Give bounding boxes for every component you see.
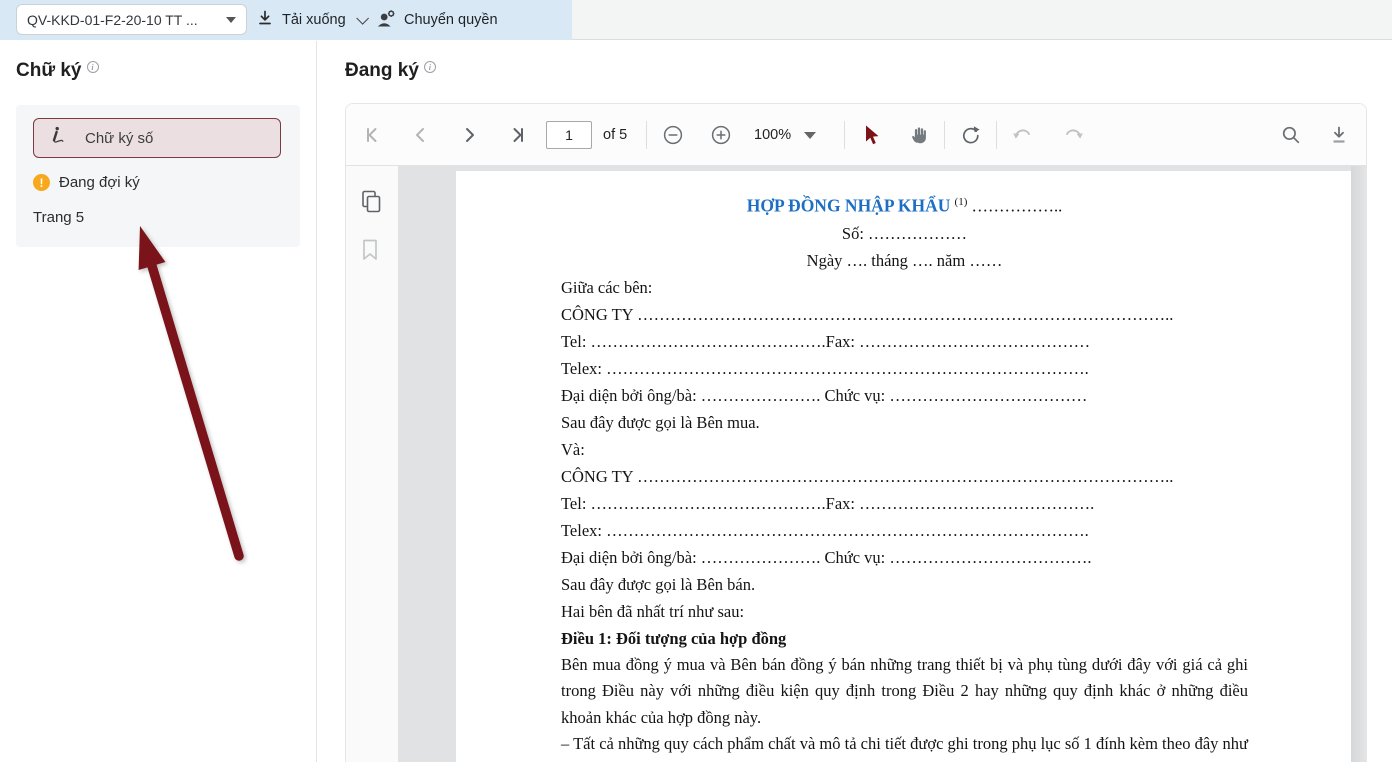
info-icon[interactable]: i (87, 61, 99, 73)
last-page-button[interactable] (502, 120, 532, 150)
contract-title: HỢP ĐỒNG NHẬP KHẨU (747, 196, 951, 216)
pdf-viewer-body: HỢP ĐỒNG NHẬP KHẨU (1) …………….. Số: ……………… (346, 166, 1366, 762)
transfer-rights-label: Chuyển quyền (404, 12, 498, 28)
search-button[interactable] (1276, 120, 1306, 150)
download-icon (256, 9, 274, 31)
top-toolbar: QV-KKD-01-F2-20-10 TT ... Tải xuống Chuy… (0, 0, 1392, 40)
page-count-label: of 5 (603, 104, 627, 166)
info-icon[interactable]: i (424, 61, 436, 73)
signature-status: ! Đang đợi ký (33, 174, 140, 191)
rotate-button[interactable] (956, 120, 986, 150)
page-number-input[interactable] (546, 121, 592, 149)
zoom-out-button[interactable] (658, 120, 688, 150)
doc-line: Telex: ……………………………………………………………………………. (561, 355, 1248, 382)
doc-line: Telex: ……………………………………………………………………………. (561, 517, 1248, 544)
redo-button[interactable] (1058, 120, 1088, 150)
contract-date-line: Ngày …. tháng …. năm …… (561, 247, 1248, 274)
first-page-button[interactable] (358, 120, 388, 150)
digital-signature-label: Chữ ký số (85, 130, 153, 147)
document-selector-dropdown[interactable]: QV-KKD-01-F2-20-10 TT ... (16, 4, 247, 35)
viewer-side-strip (346, 166, 398, 762)
doc-line: CÔNG TY ……………………………………………………………………………………… (561, 463, 1248, 490)
transfer-rights-icon (376, 9, 396, 32)
thumbnails-icon[interactable] (360, 190, 384, 216)
pdf-viewer: of 5 100% (345, 103, 1367, 762)
transfer-rights-button[interactable]: Chuyển quyền (376, 0, 498, 40)
undo-button[interactable] (1008, 120, 1038, 150)
doc-line: Tel: …………………………………….Fax: …………………………………… (561, 328, 1248, 355)
previous-page-button[interactable] (406, 120, 436, 150)
contract-number-line: Số: ……………… (561, 220, 1248, 247)
doc-line: Đại diện bởi ông/bà: …………………. Chức vụ: …… (561, 382, 1248, 409)
signature-status-label: Đang đợi ký (59, 174, 140, 191)
doc-line: Đại diện bởi ông/bà: …………………. Chức vụ: …… (561, 544, 1248, 571)
doc-paragraph: Bên mua đồng ý mua và Bên bán đồng ý bán… (561, 652, 1248, 732)
doc-line: CÔNG TY ……………………………………………………………………………………… (561, 301, 1248, 328)
zoom-level-value[interactable]: 100% (754, 104, 791, 166)
contract-title-dots: …………….. (972, 197, 1063, 216)
doc-line: Giữa các bên: (561, 274, 1248, 301)
bookmark-icon[interactable] (360, 238, 384, 264)
pdf-toolbar: of 5 100% (346, 104, 1366, 166)
download-menu-label: Tải xuống (282, 12, 346, 28)
doc-line: Hai bên đã nhất trí như sau: (561, 598, 1248, 625)
toolbar-divider (996, 121, 997, 149)
sidebar-title: Chữ ký i (16, 60, 99, 82)
toolbar-divider (944, 121, 945, 149)
contract-title-footnote: (1) (955, 196, 968, 208)
toolbar-divider (646, 121, 647, 149)
app-window: QV-KKD-01-F2-20-10 TT ... Tải xuống Chuy… (0, 0, 1392, 762)
doc-line: Và: (561, 436, 1248, 463)
hand-pan-tool[interactable] (904, 120, 934, 150)
download-page-button[interactable] (1324, 120, 1354, 150)
chevron-down-icon (226, 17, 236, 23)
signature-pen-icon (48, 126, 72, 150)
pdf-page: HỢP ĐỒNG NHẬP KHẨU (1) …………….. Số: ……………… (456, 171, 1353, 762)
doc-line: Sau đây được gọi là Bên bán. (561, 571, 1248, 598)
viewer-scrollbar[interactable] (1351, 166, 1366, 762)
doc-line: Sau đây được gọi là Bên mua. (561, 409, 1248, 436)
toolbar-divider (844, 121, 845, 149)
pdf-viewport[interactable]: HỢP ĐỒNG NHẬP KHẨU (1) …………….. Số: ……………… (398, 166, 1366, 762)
doc-article-heading: Điều 1: Đối tượng của hợp đồng (561, 625, 1248, 652)
signature-page-ref: Trang 5 (33, 209, 84, 226)
doc-line: Tel: …………………………………….Fax: ……………………………………. (561, 490, 1248, 517)
document-selector-value: QV-KKD-01-F2-20-10 TT ... (27, 12, 198, 28)
contract-title-line: HỢP ĐỒNG NHẬP KHẨU (1) …………….. (561, 189, 1248, 220)
signature-sidebar: Chữ ký i Chữ ký số ! Đang đợi ký Trang 5 (0, 41, 317, 762)
doc-paragraph: – Tất cả những quy cách phẩm chất và mô … (561, 731, 1248, 762)
viewer-title: Đang ký i (345, 60, 436, 82)
zoom-dropdown-caret[interactable] (804, 132, 816, 139)
warning-icon: ! (33, 174, 50, 191)
signature-card: Chữ ký số ! Đang đợi ký Trang 5 (16, 105, 300, 247)
next-page-button[interactable] (454, 120, 484, 150)
sidebar-title-text: Chữ ký (16, 60, 82, 82)
digital-signature-button[interactable]: Chữ ký số (33, 118, 281, 158)
download-menu-button[interactable]: Tải xuống (256, 0, 365, 40)
select-cursor-tool[interactable] (856, 120, 886, 150)
zoom-in-button[interactable] (706, 120, 736, 150)
viewer-title-text: Đang ký (345, 60, 419, 82)
